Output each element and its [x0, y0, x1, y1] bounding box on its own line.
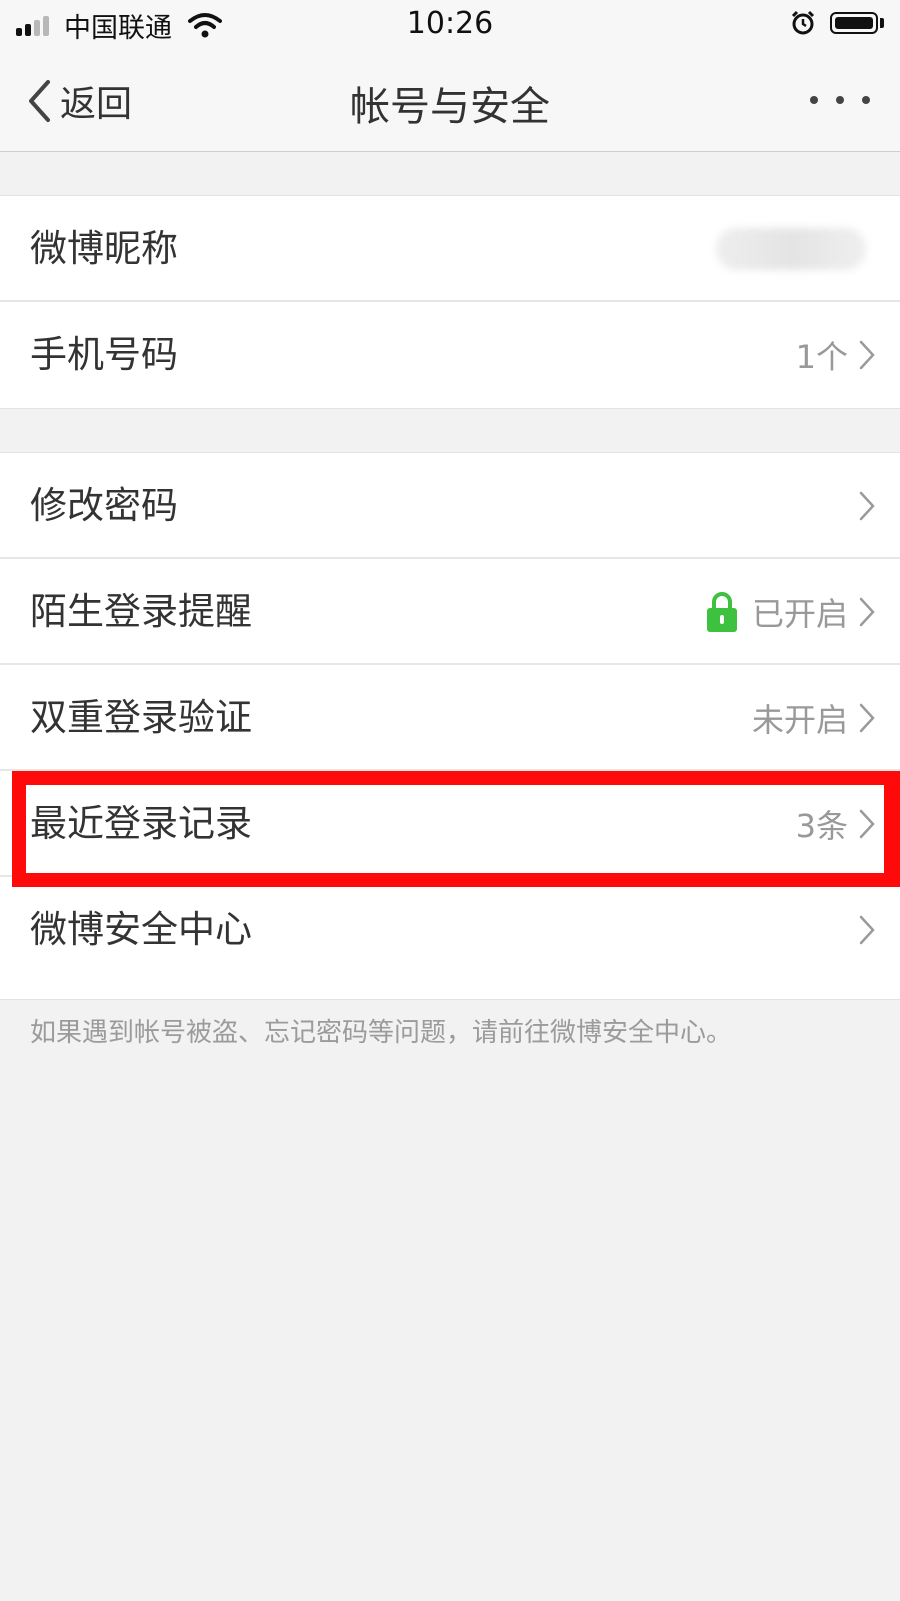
row-label: 双重登录验证: [30, 696, 252, 739]
row-two-step-verification[interactable]: 双重登录验证 未开启: [0, 665, 900, 771]
alert-status: 已开启: [751, 595, 848, 633]
chevron-right-icon: [859, 597, 875, 627]
battery-cap: [880, 18, 884, 28]
login-record-count: 3条: [795, 807, 848, 845]
row-change-password[interactable]: 修改密码: [0, 453, 900, 559]
security-footnote: 如果遇到帐号被盗、忘记密码等问题，请前往微博安全中心。: [30, 1018, 733, 1048]
status-right: [790, 10, 884, 36]
row-unfamiliar-login-alert[interactable]: 陌生登录提醒 已开启: [0, 559, 900, 665]
verification-status: 未开启: [751, 701, 848, 739]
phone-count: 1个: [795, 338, 848, 376]
chevron-right-icon: [859, 703, 875, 733]
row-label: 修改密码: [30, 484, 178, 527]
row-label: 微博昵称: [30, 227, 178, 270]
row-label: 陌生登录提醒: [30, 590, 252, 633]
more-dot: [836, 96, 844, 104]
battery-icon: [830, 12, 878, 34]
status-time: 10:26: [406, 6, 494, 41]
row-weibo-nickname[interactable]: 微博昵称: [0, 196, 900, 302]
row-phone-number[interactable]: 手机号码 1个: [0, 302, 900, 408]
more-button[interactable]: [810, 80, 870, 120]
page-title: 帐号与安全: [350, 84, 550, 130]
security-group: 修改密码 陌生登录提醒 已开启 双重登录验证 未开启 最近登录记录 3条 微博安…: [0, 452, 900, 1000]
nickname-value-blurred: [716, 228, 866, 270]
more-dot: [810, 96, 818, 104]
account-group: 微博昵称 手机号码 1个: [0, 195, 900, 409]
row-weibo-security-center[interactable]: 微博安全中心: [0, 877, 900, 983]
row-recent-login-records[interactable]: 最近登录记录 3条: [0, 771, 900, 877]
alarm-icon: [791, 10, 815, 35]
chevron-right-icon: [859, 491, 875, 521]
chevron-right-icon: [859, 809, 875, 839]
row-label: 微博安全中心: [30, 908, 252, 951]
status-bar: 中国联通 10:26: [0, 0, 900, 50]
lock-icon: [706, 592, 737, 632]
nav-bar: 返回 帐号与安全: [0, 50, 900, 152]
more-dot: [862, 96, 870, 104]
row-label: 手机号码: [30, 333, 178, 376]
chevron-right-icon: [859, 340, 875, 370]
chevron-right-icon: [859, 915, 875, 945]
row-label: 最近登录记录: [30, 802, 252, 845]
